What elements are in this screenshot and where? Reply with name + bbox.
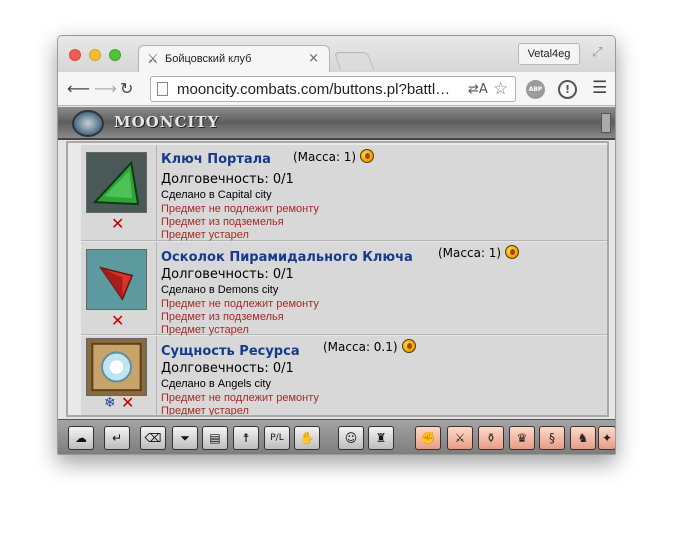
remove-icon[interactable]: ✕ bbox=[111, 216, 124, 232]
item-info: Сущность Ресурса (Масса: 0.1) Долговечно… bbox=[161, 336, 605, 417]
portal-key-image[interactable] bbox=[86, 152, 147, 213]
browser-window: ⚔ Бойцовский клуб × Vetal4eg ⤢ ⟵ ⟶ ↻ moo… bbox=[57, 35, 616, 455]
item-thumb-column: ✕ bbox=[81, 242, 157, 334]
banner-handle bbox=[601, 113, 611, 133]
pl-icon[interactable]: P/L bbox=[264, 426, 290, 450]
item-info: Осколок Пирамидального Ключа (Масса: 1) … bbox=[161, 242, 605, 336]
item-thumb-column: ✕ bbox=[81, 145, 157, 240]
address-bar[interactable]: mooncity.combats.com/buttons.pl?battl… ⇄… bbox=[150, 76, 516, 102]
item-note: Предмет устарел bbox=[161, 324, 249, 336]
profile-button[interactable]: Vetal4eg bbox=[518, 43, 580, 65]
url-text: mooncity.combats.com/buttons.pl?battl… bbox=[177, 81, 451, 98]
knight-icon[interactable]: ♞ bbox=[570, 426, 596, 450]
page-icon bbox=[157, 82, 168, 96]
weight-text: (Масса: 0.1) bbox=[323, 340, 398, 354]
close-window-button[interactable] bbox=[69, 49, 81, 61]
fullscreen-icon[interactable]: ⤢ bbox=[592, 45, 602, 60]
game-banner: MOONCITY bbox=[58, 107, 615, 140]
scroll-icon[interactable]: § bbox=[539, 426, 565, 450]
pyramid-key-shard-image[interactable] bbox=[86, 249, 147, 310]
item-note: Предмет не подлежит ремонту bbox=[161, 203, 319, 215]
minimize-window-button[interactable] bbox=[89, 49, 101, 61]
snowflake-icon[interactable]: ❄ bbox=[104, 395, 116, 411]
item-made-in: Сделано в Capital city bbox=[161, 189, 272, 201]
reload-icon[interactable]: ↻ bbox=[120, 79, 133, 98]
browser-toolbar: ⟵ ⟶ ↻ mooncity.combats.com/buttons.pl?ba… bbox=[58, 72, 615, 106]
item-made-in: Сделано в Angels city bbox=[161, 378, 271, 390]
tab-close-icon[interactable]: × bbox=[308, 51, 319, 66]
crown-icon[interactable]: ♛ bbox=[509, 426, 535, 450]
item-note: Предмет устарел bbox=[161, 229, 249, 241]
runner-icon[interactable]: ☨ bbox=[233, 426, 259, 450]
helmet-icon[interactable]: ♜ bbox=[368, 426, 394, 450]
item-weight: (Масса: 1) bbox=[293, 149, 375, 164]
chat-icon[interactable]: ☁ bbox=[68, 426, 94, 450]
zoom-window-button[interactable] bbox=[109, 49, 121, 61]
extension-icon[interactable]: ! bbox=[558, 80, 577, 99]
sword-icon[interactable]: ⚔ bbox=[447, 426, 473, 450]
coin-icon bbox=[401, 339, 416, 353]
new-tab-button[interactable] bbox=[333, 52, 375, 70]
book-icon[interactable]: ▤ bbox=[202, 426, 228, 450]
game-action-bar: ☁ ↵ ⌫ ⏷ ▤ ☨ P/L ✋ ☺ ♜ ✊ ⚔ ⚱ ♛ § ♞ ✦ bbox=[58, 419, 615, 454]
item-made-in: Сделано в Demons city bbox=[161, 284, 279, 296]
resource-essence-image[interactable] bbox=[86, 338, 147, 396]
filter-icon[interactable]: ⏷ bbox=[172, 426, 198, 450]
compass-icon[interactable]: ✦ bbox=[598, 426, 615, 450]
item-note: Предмет не подлежит ремонту bbox=[161, 298, 319, 310]
item-durability: Долговечность: 0/1 bbox=[161, 267, 294, 282]
hands-icon[interactable]: ✋ bbox=[294, 426, 320, 450]
browser-tab[interactable]: ⚔ Бойцовский клуб × bbox=[138, 45, 330, 73]
weight-text: (Масса: 1) bbox=[293, 150, 357, 164]
item-name-link[interactable]: Ключ Портала bbox=[161, 152, 271, 167]
translate-icon[interactable]: ⇄A bbox=[468, 82, 488, 97]
coin-icon bbox=[360, 149, 375, 163]
item-weight: (Масса: 0.1) bbox=[323, 339, 416, 354]
tab-strip: ⚔ Бойцовский клуб × Vetal4eg ⤢ bbox=[58, 36, 615, 73]
potion-icon[interactable]: ⚱ bbox=[478, 426, 504, 450]
fist-icon[interactable]: ✊ bbox=[415, 426, 441, 450]
item-note: Предмет устарел bbox=[161, 405, 249, 417]
remove-icon[interactable]: ✕ bbox=[121, 395, 134, 411]
back-arrow-icon[interactable]: ⟵ bbox=[67, 79, 90, 98]
item-note: Предмет не подлежит ремонту bbox=[161, 392, 319, 404]
remove-icon[interactable]: ✕ bbox=[111, 313, 124, 329]
smiley-icon[interactable]: ☺ bbox=[338, 426, 364, 450]
weight-text: (Масса: 1) bbox=[438, 246, 502, 260]
item-weight: (Масса: 1) bbox=[438, 245, 520, 260]
coin-icon bbox=[505, 245, 520, 259]
item-note: Предмет из подземелья bbox=[161, 216, 284, 228]
inventory-item: ✕ Ключ Портала (Масса: 1) Долговечность:… bbox=[81, 145, 607, 241]
game-logo: MOONCITY bbox=[114, 113, 220, 131]
adblock-icon[interactable]: ABP bbox=[526, 80, 545, 99]
moon-emblem-icon bbox=[72, 110, 104, 137]
inventory-item: ✕ Осколок Пирамидального Ключа (Масса: 1… bbox=[81, 242, 607, 336]
eraser-icon[interactable]: ⌫ bbox=[140, 426, 166, 450]
enter-icon[interactable]: ↵ bbox=[104, 426, 130, 450]
tab-title: Бойцовский клуб bbox=[165, 53, 252, 65]
crossed-swords-icon: ⚔ bbox=[147, 52, 159, 67]
inventory-item: ❄ ✕ Сущность Ресурса (Масса: 0.1) Долгов… bbox=[81, 336, 607, 417]
item-thumb-column: ❄ ✕ bbox=[81, 336, 157, 415]
item-note: Предмет из подземелья bbox=[161, 311, 284, 323]
item-name-link[interactable]: Сущность Ресурса bbox=[161, 344, 300, 359]
menu-icon[interactable]: ☰ bbox=[592, 78, 607, 98]
item-durability: Долговечность: 0/1 bbox=[161, 361, 294, 376]
bookmark-star-icon[interactable]: ☆ bbox=[493, 79, 508, 99]
forward-arrow-icon[interactable]: ⟶ bbox=[94, 79, 117, 98]
item-durability: Долговечность: 0/1 bbox=[161, 172, 294, 187]
item-name-link[interactable]: Осколок Пирамидального Ключа bbox=[161, 250, 413, 265]
item-info: Ключ Портала (Масса: 1) Долговечность: 0… bbox=[161, 145, 605, 241]
inventory-panel: ✕ Ключ Портала (Масса: 1) Долговечность:… bbox=[66, 141, 609, 417]
